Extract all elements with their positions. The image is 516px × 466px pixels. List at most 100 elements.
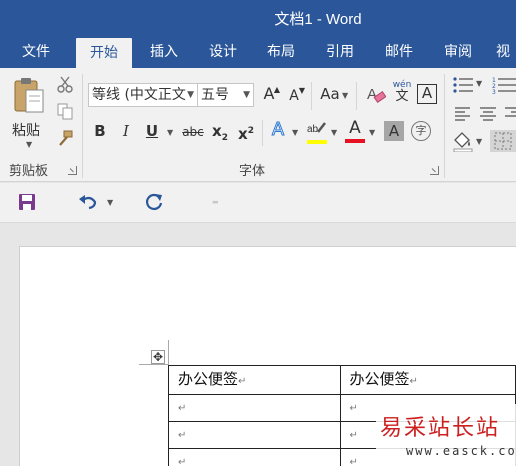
superscript-button[interactable]: x2: [236, 120, 256, 144]
table-cell[interactable]: ↵: [168, 394, 341, 422]
ribbon: 粘贴 ▼ 剪贴板 等线 (中文正文 ▼ 五号 ▼ A ▲ A ▼ Aa ▼ A …: [0, 68, 516, 182]
font-dialog-launcher[interactable]: [430, 166, 439, 175]
svg-text:ab: ab: [307, 124, 319, 135]
paragraph-mark: ↵: [178, 430, 187, 441]
undo-icon: [79, 195, 97, 210]
tab-design[interactable]: 设计: [195, 36, 251, 68]
tab-review[interactable]: 审阅: [430, 36, 486, 68]
chevron-down-icon: ▼: [476, 79, 483, 88]
enclose-characters-button[interactable]: 字: [411, 121, 431, 141]
bold-button[interactable]: B: [92, 120, 108, 144]
align-right-button[interactable]: [505, 106, 516, 120]
shrink-font-button[interactable]: A ▼: [285, 85, 305, 109]
grow-font-icon: A: [263, 84, 275, 103]
font-name-value: 等线 (中文正文: [92, 87, 186, 103]
format-painter-button[interactable]: [56, 130, 76, 150]
table-cell[interactable]: ↵: [168, 448, 341, 466]
undo-button[interactable]: [78, 193, 102, 213]
tab-file[interactable]: 文件: [8, 36, 64, 68]
cut-button[interactable]: [56, 76, 76, 96]
phonetic-guide-button[interactable]: wén 文: [392, 80, 412, 108]
superscript-2: 2: [247, 126, 254, 136]
highlight-button[interactable]: ab: [306, 120, 328, 146]
chevron-down-icon: ▼: [187, 90, 194, 100]
borders-button[interactable]: [490, 130, 516, 152]
underline-button[interactable]: U: [144, 120, 160, 144]
character-shading-button[interactable]: A: [384, 121, 404, 141]
font-color-bar: [345, 139, 365, 143]
bullets-icon: [453, 77, 473, 93]
table-cell[interactable]: 办公便签↵: [168, 365, 341, 395]
paragraph-mark: ↵: [349, 457, 358, 466]
paragraph-mark: ↵: [349, 430, 358, 441]
copy-button[interactable]: [56, 102, 76, 122]
clear-formatting-button[interactable]: A: [366, 84, 387, 106]
text-effects-button[interactable]: A: [268, 119, 288, 143]
align-left-button[interactable]: [455, 106, 471, 121]
clipboard-dialog-launcher[interactable]: [68, 166, 77, 175]
highlight-color-bar: [307, 140, 327, 144]
paragraph-mark: ↵: [238, 376, 247, 387]
cell-text: 办公便签: [178, 370, 239, 388]
chevron-down-icon: ▼: [369, 128, 376, 137]
character-border-icon: A: [421, 84, 433, 102]
superscript-x: x: [238, 125, 248, 143]
paragraph-mark: ↵: [409, 376, 418, 387]
paste-label: 粘贴: [12, 123, 40, 139]
left-margin-indicator: [139, 364, 169, 365]
scissors-icon: [57, 76, 73, 93]
separator: [311, 82, 312, 110]
customize-toolbar-icon[interactable]: ▬: [212, 198, 219, 206]
subscript-x: x: [212, 122, 222, 140]
table-cell[interactable]: ↵: [168, 421, 341, 449]
chevron-down-icon: ▼: [292, 128, 299, 137]
svg-text:A: A: [367, 86, 377, 103]
paste-button[interactable]: 粘贴 ▼: [6, 74, 52, 154]
left-margin-indicator: [168, 340, 169, 365]
svg-text:3: 3: [492, 89, 496, 94]
chevron-down-icon: ▼: [342, 91, 349, 100]
paste-icon: [14, 78, 44, 113]
chevron-down-icon: ▼: [26, 140, 33, 149]
italic-button[interactable]: I: [118, 120, 134, 144]
ribbon-tab-bar: 文件 开始 插入 设计 布局 引用 邮件 审阅 视: [0, 36, 516, 68]
group-separator: [444, 74, 445, 178]
subscript-2: 2: [221, 133, 228, 143]
character-shading-icon: A: [388, 122, 400, 140]
chevron-down-icon: ▼: [476, 137, 483, 146]
repeat-button[interactable]: [144, 192, 166, 214]
tab-view[interactable]: 视: [496, 36, 516, 68]
caret-up-icon: ▲: [273, 85, 280, 94]
tab-home[interactable]: 开始: [76, 38, 132, 68]
bullets-button[interactable]: ▼: [452, 76, 482, 94]
save-button[interactable]: [18, 193, 38, 213]
subscript-button[interactable]: x2: [210, 120, 230, 144]
separator: [356, 82, 357, 110]
font-size-dropdown[interactable]: 五号 ▼: [197, 83, 254, 107]
character-border-button[interactable]: A: [417, 84, 437, 104]
align-center-icon: [480, 107, 496, 121]
font-color-button[interactable]: A: [344, 118, 366, 146]
chevron-down-icon[interactable]: ▼: [107, 198, 113, 207]
strikethrough-button[interactable]: abc: [180, 121, 206, 145]
tab-layout[interactable]: 布局: [253, 36, 309, 68]
font-group-label: 字体: [239, 164, 266, 179]
copy-icon: [57, 103, 73, 120]
paint-bucket-icon: [453, 132, 473, 153]
table-cell[interactable]: 办公便签↵: [339, 365, 516, 395]
tab-mailings[interactable]: 邮件: [371, 36, 427, 68]
change-case-button[interactable]: Aa: [318, 83, 342, 107]
site-watermark: 易采站长站 www.easck.com: [376, 404, 516, 466]
tab-references[interactable]: 引用: [312, 36, 368, 68]
numbering-button[interactable]: 1 2 3: [492, 76, 516, 96]
window-title: 文档1 - Word: [274, 11, 362, 28]
tab-insert[interactable]: 插入: [136, 36, 192, 68]
align-right-icon: [505, 107, 516, 117]
chevron-down-icon: ▼: [243, 90, 250, 100]
font-name-dropdown[interactable]: 等线 (中文正文 ▼: [88, 83, 198, 107]
grow-font-button[interactable]: A ▲: [260, 83, 280, 107]
align-center-button[interactable]: [480, 106, 496, 121]
format-painter-icon: [59, 130, 73, 146]
table-move-handle[interactable]: ✥: [151, 350, 165, 364]
shading-button[interactable]: ▼: [452, 130, 484, 153]
